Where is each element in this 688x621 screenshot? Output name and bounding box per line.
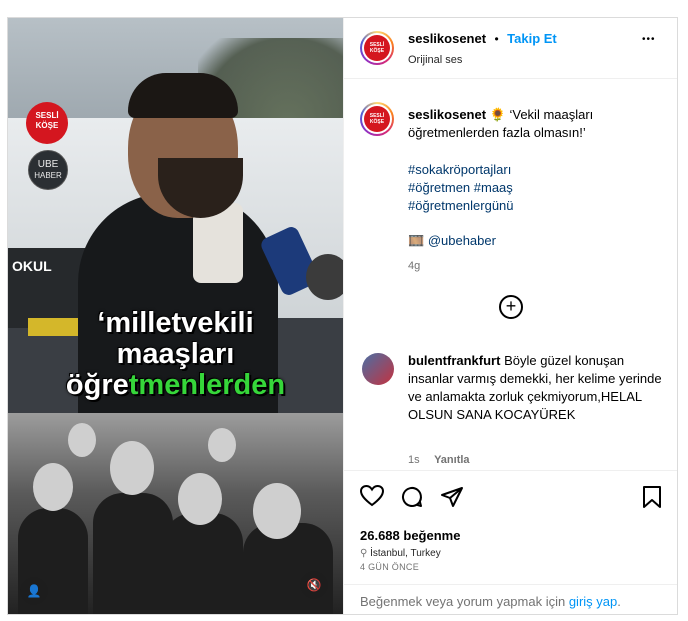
- comment-time: 1s: [408, 454, 420, 466]
- login-prompt-text: Beğenmek veya yorum yapmak için giriş ya…: [360, 594, 621, 609]
- mention-link[interactable]: @ubehaber: [428, 233, 496, 248]
- login-prompt-prefix: Beğenmek veya yorum yapmak için: [360, 594, 566, 609]
- mute-icon: 🔇: [306, 578, 322, 592]
- avatar-text: KÖŞE: [369, 119, 385, 125]
- sesli-kose-logo: SESLİ KÖŞE: [26, 102, 68, 144]
- crowd-face: [253, 483, 301, 539]
- hashtag-link[interactable]: #öğretmen #maaş: [408, 179, 514, 197]
- caption-word: öğre: [65, 369, 129, 401]
- logo-text: KÖŞE: [35, 121, 59, 130]
- tagged-users-button[interactable]: 👤: [20, 577, 48, 605]
- crowd-face: [110, 441, 154, 495]
- archive-photo: [8, 413, 343, 614]
- mute-button[interactable]: 🔇: [300, 571, 328, 599]
- sunflower-emoji: 🌻: [489, 107, 506, 122]
- caption-line: öğretmenlerden: [8, 370, 343, 401]
- more-options-icon[interactable]: •••: [642, 34, 656, 45]
- action-bar: [344, 470, 677, 521]
- commenter-avatar[interactable]: [362, 353, 394, 385]
- logo-text: SESLİ: [35, 111, 59, 120]
- hashtag-link[interactable]: #sokakröportajları: [408, 161, 514, 179]
- save-icon[interactable]: [642, 485, 662, 509]
- caption-author-avatar[interactable]: SESLİ KÖŞE: [360, 102, 394, 136]
- crowd-person: [93, 493, 173, 614]
- reply-button[interactable]: Yanıtla: [434, 454, 469, 466]
- separator-dot: •: [494, 32, 499, 46]
- post-date: 4 GÜN ÖNCE: [360, 562, 420, 572]
- caption-line: maaşları: [116, 338, 235, 370]
- post-details: SESLİ KÖŞE seslikosenet • Takip Et Oriji…: [343, 18, 677, 614]
- comment: bulentfrankfurt Böyle güzel konuşan insa…: [408, 352, 663, 424]
- film-icon: 🎞️: [408, 233, 425, 248]
- comment-username[interactable]: bulentfrankfurt: [408, 353, 500, 368]
- crowd-face: [208, 428, 236, 462]
- microphone-head: [306, 254, 343, 300]
- location-pin-icon: ⚲: [360, 548, 368, 559]
- logo-text: UBE: [37, 159, 59, 170]
- caption-line: ‘milletvekili: [97, 307, 254, 339]
- video-caption: ‘milletvekili maaşları öğretmenlerden: [8, 308, 343, 401]
- post-time: 4g: [408, 260, 421, 272]
- avatar-text: KÖŞE: [369, 48, 385, 54]
- share-icon[interactable]: [440, 485, 464, 509]
- mention-row: 🎞️ @ubehaber: [408, 232, 496, 250]
- load-more-comments-icon[interactable]: +: [499, 295, 523, 319]
- logo-text: HABER: [34, 171, 62, 180]
- crowd-face: [68, 423, 96, 457]
- crowd-face: [178, 473, 222, 525]
- audio-label[interactable]: Orijinal ses: [408, 54, 462, 66]
- login-link[interactable]: giriş yap: [569, 594, 617, 609]
- location-row: ⚲ İstanbul, Turkey: [360, 548, 441, 559]
- hashtag-link[interactable]: #öğretmenlergünü: [408, 197, 514, 215]
- comment-icon[interactable]: [400, 485, 424, 509]
- follow-button[interactable]: Takip Et: [507, 31, 557, 46]
- crowd-face: [33, 463, 73, 511]
- author-avatar[interactable]: SESLİ KÖŞE: [360, 31, 394, 65]
- crowd-person: [243, 523, 333, 614]
- heart-icon[interactable]: [360, 485, 384, 507]
- post-video[interactable]: OKUL SESLİ KÖŞE UBE HABER ‘milletvekili …: [8, 18, 343, 614]
- interviewee-hair: [128, 73, 238, 118]
- post-modal: OKUL SESLİ KÖŞE UBE HABER ‘milletvekili …: [7, 17, 678, 615]
- comment-meta: 1s Yanıtla: [408, 450, 470, 468]
- author-username[interactable]: seslikosenet: [408, 31, 486, 46]
- login-prompt-suffix: .: [617, 594, 621, 609]
- post-header: SESLİ KÖŞE seslikosenet • Takip Et Oriji…: [344, 18, 677, 79]
- post-caption: seslikosenet 🌻 ‘Vekil maaşları öğretmenl…: [408, 106, 658, 142]
- header-title-row: seslikosenet • Takip Et: [408, 30, 557, 48]
- location-text[interactable]: İstanbul, Turkey: [370, 548, 441, 559]
- crowd-person: [163, 513, 243, 614]
- user-icon: 👤: [26, 584, 42, 598]
- caption-word-highlight: tmenlerden: [128, 369, 286, 401]
- ube-haber-logo: UBE HABER: [28, 150, 68, 190]
- login-prompt: Beğenmek veya yorum yapmak için giriş ya…: [344, 584, 677, 614]
- hashtag-list: #sokakröportajları #öğretmen #maaş #öğre…: [408, 161, 514, 215]
- caption-username[interactable]: seslikosenet: [408, 107, 486, 122]
- likes-count[interactable]: 26.688 beğenme: [360, 528, 460, 543]
- bus-text: OKUL: [12, 258, 52, 274]
